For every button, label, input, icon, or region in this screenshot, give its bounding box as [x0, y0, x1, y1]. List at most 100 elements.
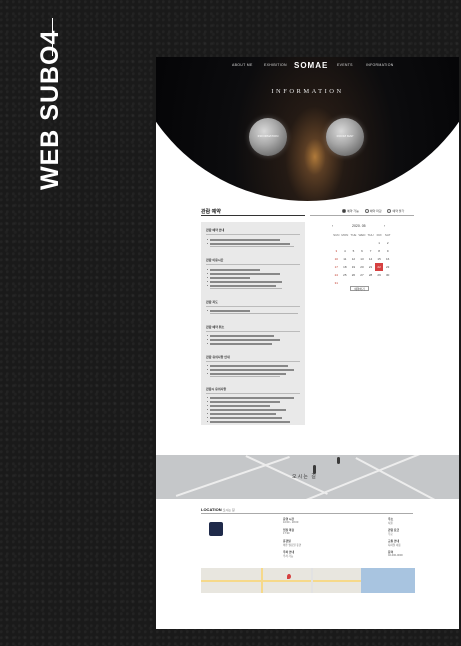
calendar-next-button[interactable]: ›	[384, 224, 385, 228]
map-road	[311, 568, 313, 593]
section-title: 관람 예약 안내	[206, 228, 225, 232]
calendar-day[interactable]: 7	[366, 247, 375, 255]
calendar-weekday: THU	[367, 233, 374, 237]
calendar-day	[341, 239, 350, 247]
hero-section: ABOUT ME EXHIBITION SOMAE EVENTS INFORMA…	[156, 57, 459, 202]
nav-item-events[interactable]: EVENTS	[337, 63, 353, 67]
info-line	[207, 409, 286, 411]
moon-left[interactable]: INFORMATION	[249, 118, 287, 156]
calendar-day[interactable]: 20	[358, 263, 367, 271]
info-line	[207, 397, 294, 399]
calendar-day[interactable]: 10	[332, 255, 341, 263]
calendar-day[interactable]: 15	[375, 255, 384, 263]
moon-right-label: ROOM MAP	[336, 134, 354, 138]
logo[interactable]: SOMAE	[294, 61, 328, 70]
calendar-prev-button[interactable]: ‹	[332, 224, 333, 228]
reserve-button[interactable]: 예약하기	[350, 286, 369, 291]
calendar-day[interactable]: 27	[358, 271, 367, 279]
nav-item-about[interactable]: ABOUT ME	[232, 63, 253, 67]
info-line	[207, 401, 280, 403]
calendar-day[interactable]: 29	[375, 271, 384, 279]
legend-available-dot	[342, 209, 346, 214]
calendar-weekday: SAT	[384, 233, 391, 237]
calendar-day[interactable]: 24	[332, 271, 341, 279]
calendar-day[interactable]: 30	[383, 271, 392, 279]
info-line	[207, 421, 290, 423]
calendar-day[interactable]: 26	[349, 271, 358, 279]
calendar-day[interactable]: 31	[332, 279, 341, 287]
calendar-day[interactable]: 8	[375, 247, 384, 255]
calendar-month: 2020. 05	[352, 224, 366, 228]
calendar-day[interactable]: 12	[349, 255, 358, 263]
calendar-day[interactable]: 22	[374, 263, 384, 271]
calendar-weekday: TUE	[350, 233, 357, 237]
location-banner: 오시는 길	[156, 455, 459, 499]
calendar-day	[358, 239, 367, 247]
museum-logo	[209, 522, 223, 536]
legend-unavailable-dot	[387, 209, 392, 214]
location-divider	[201, 513, 413, 514]
calendar-day[interactable]: 9	[383, 247, 392, 255]
calendar-day	[349, 239, 358, 247]
calendar-day[interactable]: 17	[332, 263, 341, 271]
section-title: 관람 지도	[206, 300, 218, 304]
info-sub-line	[210, 313, 298, 315]
calendar-week-row: 10 11 12 13 14 15 16	[332, 255, 392, 263]
info-sub-line	[210, 246, 294, 248]
galaxy-background	[156, 57, 459, 201]
nav-item-information[interactable]: INFORMATION	[366, 63, 394, 67]
info-sub-line	[210, 288, 282, 290]
web-page-mockup: ABOUT ME EXHIBITION SOMAE EVENTS INFORMA…	[156, 57, 459, 629]
calendar-day[interactable]: 19	[349, 263, 358, 271]
banner-title: 오시는 길	[292, 474, 317, 480]
section-title: 관람시 유의사항	[206, 387, 227, 391]
side-title: WEB SUBO4	[36, 29, 64, 190]
section-title: 관람 이용시간	[206, 258, 224, 262]
location-title-text: LOCATION	[201, 507, 222, 512]
location-subtitle: 오시는 길	[222, 508, 235, 512]
calendar-day	[383, 279, 392, 287]
info-line	[207, 413, 276, 415]
calendar-underline	[310, 215, 414, 216]
info-line	[207, 281, 282, 283]
info-line	[207, 335, 274, 337]
info-box: 관람 예약 안내 관람 이용시간 관람 지도 관람 예약 취소 관람 유의사항 …	[201, 222, 305, 425]
calendar-day[interactable]: 3	[332, 247, 341, 255]
info-line	[207, 373, 286, 375]
hero-title: INFORMATION	[271, 88, 344, 95]
calendar-week-row: 3456789	[332, 247, 392, 255]
calendar-day[interactable]: 25	[341, 271, 350, 279]
calendar-day[interactable]: 14	[366, 255, 375, 263]
legend-unavailable: 예약 불가	[392, 209, 405, 213]
info-line	[207, 285, 276, 287]
section-divider	[206, 331, 300, 332]
calendar-day[interactable]: 2	[383, 239, 392, 247]
map-road	[201, 580, 361, 582]
moon-right[interactable]: ROOM MAP	[326, 118, 364, 156]
calendar-day[interactable]: 16	[383, 255, 392, 263]
location-map[interactable]	[201, 568, 415, 593]
nav-item-exhibition[interactable]: EXHIBITION	[264, 63, 287, 67]
info-line	[207, 339, 280, 341]
calendar-day[interactable]: 21	[366, 263, 375, 271]
legend-available: 예약 가능	[347, 209, 359, 213]
content-underline	[201, 215, 305, 216]
info-line	[207, 243, 290, 245]
location-field-value: 매주 월요일 휴관	[283, 544, 302, 547]
calendar-day[interactable]: 13	[358, 255, 367, 263]
legend-closed: 예약 마감	[369, 209, 382, 213]
location-title: LOCATION 오시는 길	[201, 507, 235, 512]
info-sub-line	[210, 376, 280, 378]
calendar-grid: SUN MON TUE WED THU FRI SAT 1 2 3 4 5 6 7 8 9 10 11 12 13 14…	[332, 231, 392, 287]
section-divider	[206, 264, 300, 265]
section-divider	[206, 306, 300, 307]
calendar-day[interactable]: 1	[375, 239, 384, 247]
calendar-day[interactable]: 5	[349, 247, 358, 255]
calendar-day[interactable]: 23	[383, 263, 392, 271]
calendar-day[interactable]: 6	[358, 247, 367, 255]
calendar-day[interactable]: 18	[341, 263, 350, 271]
calendar-day[interactable]: 4	[341, 247, 350, 255]
calendar-day[interactable]: 11	[341, 255, 350, 263]
map-pin-icon	[287, 574, 291, 579]
calendar-day[interactable]: 28	[366, 271, 375, 279]
